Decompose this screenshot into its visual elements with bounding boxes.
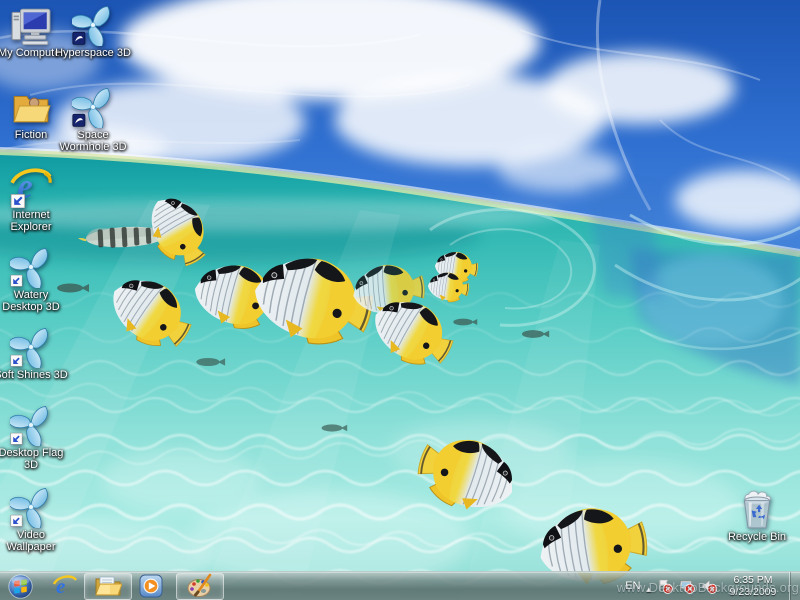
pinwheel-swirl-icon [10,404,52,446]
taskbar-button-internet-explorer[interactable]: e [46,574,84,599]
desktop-icon-label: Watery Desktop 3D [0,289,69,313]
desktop-icon-label: Space Wormhole 3D [55,129,131,153]
paint-icon [186,573,214,599]
hidden-icons-arrow[interactable]: ▴ [646,579,651,594]
start-orb-icon [7,573,34,600]
internet-explorer-icon: e [10,166,52,208]
desktop-icon-label: Hyperspace 3D [55,47,131,59]
desktop-icon-label: Video Wallpaper [0,529,69,553]
desktop-icon-internet-explorer[interactable]: e Internet Explorer [0,166,69,233]
media-player-icon [139,574,163,598]
language-indicator[interactable]: EN [625,580,640,592]
desktop-icon-desktop-flag-3d[interactable]: Desktop Flag 3D [0,404,69,471]
system-tray[interactable]: EN ▴ [625,572,800,600]
taskbar[interactable]: e [0,571,800,600]
tray-clock[interactable]: 6:35 PM 9/23/2009 [723,574,783,598]
pinwheel-swirl-icon [10,326,52,368]
volume-muted-icon[interactable] [701,578,717,594]
desktop: My Computer Fiction e Internet Explorer [0,0,800,600]
taskbar-button-media-player[interactable] [132,574,170,599]
internet-explorer-icon: e [53,574,77,598]
clock-date: 9/23/2009 [723,586,783,598]
desktop-icon-soft-shines-3d[interactable]: Soft Shines 3D [0,326,69,381]
display-error-icon[interactable] [679,578,695,594]
folder-user-icon [10,86,52,128]
computer-icon [10,4,52,46]
windows-explorer-icon [94,574,122,598]
pinwheel-swirl-icon [72,4,114,46]
show-desktop-button[interactable] [789,572,800,600]
desktop-icon-label: Recycle Bin [728,531,786,543]
recycle-bin-full-icon [736,488,778,530]
pinwheel-swirl-icon [10,246,52,288]
taskbar-button-windows-explorer[interactable] [84,573,132,600]
desktop-icon-recycle-bin[interactable]: Recycle Bin [719,488,795,543]
desktop-icon-space-wormhole-3d[interactable]: Space Wormhole 3D [55,86,131,153]
desktop-icon-hyperspace-3d[interactable]: Hyperspace 3D [55,4,131,59]
desktop-icon-watery-desktop-3d[interactable]: Watery Desktop 3D [0,246,69,313]
pinwheel-swirl-icon [10,486,52,528]
clock-time: 6:35 PM [723,574,783,586]
desktop-icon-label: Desktop Flag 3D [0,447,69,471]
taskbar-button-paint[interactable] [176,573,224,600]
start-button[interactable] [6,572,34,600]
desktop-icon-label: Soft Shines 3D [0,369,68,381]
pinwheel-swirl-icon [72,86,114,128]
action-center-flag-error-icon[interactable] [657,578,673,594]
desktop-icon-video-wallpaper[interactable]: Video Wallpaper [0,486,69,553]
desktop-icon-label: Internet Explorer [0,209,69,233]
desktop-icon-label: Fiction [15,129,47,141]
